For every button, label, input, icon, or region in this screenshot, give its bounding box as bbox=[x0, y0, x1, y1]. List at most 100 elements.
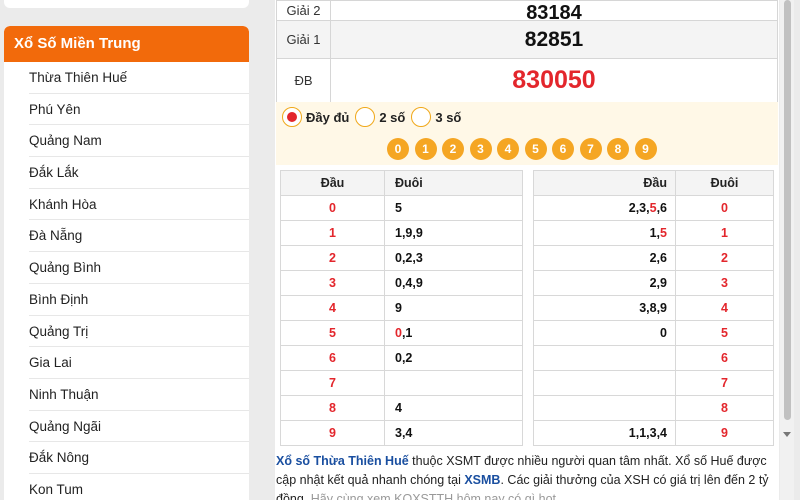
cell-dau: 2 bbox=[280, 245, 385, 271]
sidebar-item-province[interactable]: Kon Tum bbox=[29, 474, 249, 500]
table-row: 9 3,4 bbox=[280, 420, 523, 446]
table-row: 3,8,9 4 bbox=[533, 295, 774, 321]
table-header: Đầu Đuôi bbox=[533, 170, 774, 196]
radio-circle-icon[interactable] bbox=[282, 107, 302, 127]
cell-duoi: 1,9,9 bbox=[384, 220, 523, 246]
digit-ball-button[interactable]: 3 bbox=[469, 138, 492, 160]
prize-label: ĐB bbox=[276, 58, 331, 103]
cell-dau: 1 bbox=[280, 220, 385, 246]
sidebar-item-province[interactable]: Đà Nẵng bbox=[29, 220, 249, 253]
cell-duoi: 6 bbox=[675, 345, 774, 371]
description-text: Xổ số Thừa Thiên Huế thuộc XSMT được nhi… bbox=[276, 452, 778, 500]
cell-duoi: 2 bbox=[675, 245, 774, 271]
table-row: 7 bbox=[533, 370, 774, 396]
radio-circle-icon[interactable] bbox=[411, 107, 432, 127]
radio-option[interactable]: Đầy đủ bbox=[282, 107, 349, 127]
prize-row-special: ĐB 830050 bbox=[276, 58, 778, 103]
prize-value: 82851 bbox=[330, 20, 778, 59]
cell-dau: 5 bbox=[280, 320, 385, 346]
sidebar-item-province[interactable]: Phú Yên bbox=[29, 94, 249, 126]
page-scrollbar[interactable] bbox=[780, 0, 794, 500]
col-dau: Đầu bbox=[280, 170, 385, 196]
radio-option[interactable]: 2 số bbox=[355, 107, 405, 127]
sidebar-item-province[interactable]: Quảng Nam bbox=[29, 125, 249, 158]
digit-ball-button[interactable]: 5 bbox=[524, 138, 547, 160]
cell-dau: 3 bbox=[280, 270, 385, 296]
cell-duoi: 3 bbox=[675, 270, 774, 296]
cell-duoi: 0,2 bbox=[384, 345, 523, 371]
col-duoi: Đuôi bbox=[384, 170, 523, 196]
table-row: 2 0,2,3 bbox=[280, 245, 523, 271]
table-header: Đầu Đuôi bbox=[280, 170, 523, 196]
cell-dau: 0 bbox=[533, 320, 676, 346]
sidebar-item-province[interactable]: Đắk Lắk bbox=[29, 157, 249, 189]
table-row: 05 bbox=[280, 195, 523, 221]
loto-table-dau: Đầu Đuôi 0 5 1 1,9,9 2 0,2,3 3 0,4,9 4 9 5 0,1 6 0,2 7… bbox=[280, 170, 523, 446]
cell-duoi: 0,1 bbox=[384, 320, 523, 346]
digit-ball-button[interactable]: 2 bbox=[442, 138, 464, 160]
cell-dau: 1,1,3,4 bbox=[533, 420, 676, 446]
table-row: 5 0,1 bbox=[280, 320, 523, 346]
sidebar-list: Thừa Thiên Huế Phú Yên Quảng Nam Đắk Lắk Khá… bbox=[4, 62, 249, 500]
table-row: 2,9 3 bbox=[533, 270, 774, 296]
cell-dau: 8 bbox=[280, 395, 385, 421]
sidebar-item-province[interactable]: Khánh Hòa bbox=[29, 189, 249, 221]
table-row: 1 1,9,9 bbox=[280, 220, 523, 246]
scrollbar-thumb[interactable] bbox=[784, 0, 791, 420]
cell-duoi: 0 bbox=[675, 195, 774, 221]
cell-dau: 6 bbox=[280, 345, 385, 371]
cell-dau: 7 bbox=[280, 370, 385, 396]
digit-ball-button[interactable]: 4 bbox=[497, 138, 519, 160]
cell-duoi: 9 bbox=[384, 295, 523, 321]
prize-value: 83184 bbox=[330, 0, 778, 21]
cell-duoi: 3,4 bbox=[384, 420, 523, 446]
desc-fade: Hãy cùng xem KQXSTTH hôm nay có gì hot bbox=[310, 492, 557, 500]
sidebar-item-province[interactable]: Quảng Ngãi bbox=[29, 411, 249, 443]
col-duoi: Đuôi bbox=[675, 170, 774, 196]
digit-ball-button[interactable]: 6 bbox=[552, 138, 574, 160]
results-panel: Giải 2 83184 Giải 1 82851 ĐB 830050 Đầy … bbox=[275, 0, 779, 500]
cell-dau: 3,8,9 bbox=[533, 295, 676, 321]
table-row: 1,1,3,4 9 bbox=[533, 420, 774, 446]
radio-option[interactable]: 3 số bbox=[411, 107, 461, 127]
digit-ball-button[interactable]: 8 bbox=[607, 138, 629, 160]
radio-label: Đầy đủ bbox=[306, 109, 350, 125]
sidebar-title[interactable]: Xổ Số Miền Trung bbox=[4, 26, 249, 62]
xs-hue-link[interactable]: Xổ số Thừa Thiên Huế bbox=[276, 454, 409, 468]
cell-dau bbox=[533, 395, 676, 421]
table-row: 2,6 2 bbox=[533, 245, 774, 271]
sidebar-item-province[interactable]: Quảng Trị bbox=[29, 316, 249, 348]
digit-ball-button[interactable]: 9 bbox=[634, 138, 657, 160]
sidebar-item-province[interactable]: Ninh Thuận bbox=[29, 379, 249, 411]
table-row: 49 bbox=[280, 295, 523, 321]
table-row: 6 bbox=[533, 345, 774, 371]
sidebar-item-province[interactable]: Đắk Nông bbox=[29, 442, 249, 474]
display-mode-radios: Đầy đủ 2 số 3 số bbox=[282, 107, 467, 127]
loto-table-duoi: Đầu Đuôi 2,3,5,6 0 1,5 1 2,6 2 2,9 3 3,8,9 4 0 5 6 7 8… bbox=[533, 170, 774, 446]
table-row: 84 bbox=[280, 395, 523, 421]
digit-ball-button[interactable]: 7 bbox=[579, 138, 602, 160]
cell-duoi: 5 bbox=[384, 195, 523, 221]
sidebar-item-province[interactable]: Quảng Bình bbox=[29, 252, 249, 284]
col-dau: Đầu bbox=[533, 170, 676, 196]
cell-duoi: 9 bbox=[675, 420, 774, 446]
xsmb-link[interactable]: XSMB bbox=[464, 473, 500, 487]
cell-duoi: 8 bbox=[675, 395, 774, 421]
prize-label: Giải 1 bbox=[276, 20, 331, 59]
cell-dau bbox=[533, 345, 676, 371]
sidebar-item-province[interactable]: Gia Lai bbox=[29, 347, 249, 379]
radio-label: 2 số bbox=[379, 109, 406, 125]
prize-row-g2: Giải 2 83184 bbox=[276, 0, 778, 21]
sidebar-item-province[interactable]: Thừa Thiên Huế bbox=[29, 62, 249, 94]
cell-dau: 0 bbox=[280, 195, 385, 221]
radio-circle-icon[interactable] bbox=[355, 107, 376, 127]
cell-duoi: 5 bbox=[675, 320, 774, 346]
sidebar-item-province[interactable]: Bình Định bbox=[29, 284, 249, 316]
digit-ball-button[interactable]: 1 bbox=[414, 138, 437, 160]
cell-duoi: 0,4,9 bbox=[384, 270, 523, 296]
table-row: 8 bbox=[533, 395, 774, 421]
scroll-down-arrow-icon[interactable] bbox=[783, 432, 791, 437]
cell-duoi: 4 bbox=[384, 395, 523, 421]
cell-dau: 2,6 bbox=[533, 245, 676, 271]
digit-ball-button[interactable]: 0 bbox=[387, 138, 409, 160]
